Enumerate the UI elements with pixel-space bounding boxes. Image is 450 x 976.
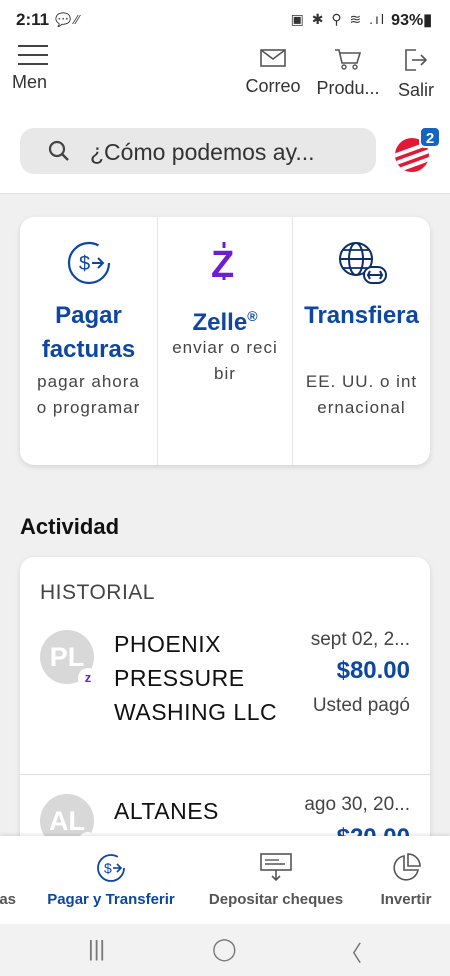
battery-level: 93%▮ (391, 12, 432, 29)
notification-badge: 2 (419, 126, 441, 148)
exit-button[interactable]: Salir (393, 48, 439, 101)
dollar-arrow-icon: $ (67, 241, 110, 285)
transaction-date: ago 30, 20... (304, 794, 410, 815)
payee-name: PHOENIX PRESSURE WASHING LLC (114, 631, 278, 725)
history-label: HISTORIAL (40, 581, 155, 604)
nav-accounts-label: as (0, 891, 16, 908)
mail-button[interactable]: Correo (240, 48, 306, 97)
pay-bills-subtitle: pagar ahora o programar (36, 372, 141, 417)
transfer-action[interactable]: Transfiera EE. UU. o internacional (293, 217, 430, 465)
dollar-arrow-icon: $ (97, 854, 125, 882)
globe-transfer-icon (338, 242, 387, 284)
recents-icon[interactable]: ||| (88, 936, 105, 962)
pay-bills-title: Pagar facturas (41, 302, 136, 363)
notifications-button[interactable]: 2 (395, 126, 441, 172)
activity-heading: Actividad (20, 514, 120, 539)
nav-invest-label: Invertir (380, 891, 432, 908)
exit-label: Salir (397, 80, 434, 100)
bottom-nav: as $ Pagar y Transferir Depositar cheque… (0, 836, 450, 924)
svg-text:$: $ (79, 253, 90, 275)
zelle-icon: Z (211, 242, 234, 283)
payee-initials: PL (49, 642, 85, 672)
search-icon (48, 140, 69, 161)
nav-pay-transfer[interactable]: $ Pagar y Transferir (36, 836, 186, 924)
zelle-title-text: Zelle (192, 309, 248, 336)
status-time: 2:11 (16, 10, 50, 29)
svg-text:$: $ (104, 860, 112, 876)
transaction-date: sept 02, 2... (310, 629, 410, 650)
search-row: ¿Cómo podemos ay... 2 (0, 108, 450, 194)
transfer-title: Transfiera (304, 302, 419, 329)
menu-button[interactable]: Men (12, 40, 72, 102)
notification-icons: 💬 ⁄⁄ (55, 12, 80, 27)
transaction-amount: $80.00 (336, 657, 410, 684)
zelle-badge-icon: z (78, 668, 98, 688)
nav-deposit-label: Depositar cheques (208, 891, 344, 908)
home-icon[interactable]: ◯ (212, 936, 237, 962)
search-input[interactable]: ¿Cómo podemos ay... (20, 128, 376, 174)
nav-pay-transfer-label: Pagar y Transferir (47, 891, 175, 908)
payee-avatar: PL z (40, 630, 98, 688)
status-bar: 2:11 💬 ⁄⁄ ▣ ✱ ⚲ ≋ .ıl 93%▮ (0, 0, 450, 38)
zelle-registered-mark: ® (247, 308, 258, 324)
nav-invest[interactable]: Invertir (368, 836, 444, 924)
system-nav-bar: ||| ◯ 〈 (0, 924, 450, 976)
menu-label: Men (12, 72, 48, 92)
mail-label: Correo (245, 76, 301, 96)
check-deposit-icon (260, 853, 292, 882)
zelle-action[interactable]: Z Zelle® enviar o recibir (157, 217, 293, 465)
payee-initials: AL (49, 806, 85, 836)
zelle-subtitle: enviar o recibir (172, 338, 278, 383)
cart-icon (335, 49, 362, 70)
pay-bills-action[interactable]: $ Pagar facturas pagar ahora o programar (20, 217, 157, 465)
nav-accounts[interactable]: as (0, 836, 16, 924)
app-header: Men Correo Produ... Salir (0, 38, 450, 108)
products-button[interactable]: Produ... (312, 48, 384, 99)
search-placeholder: ¿Cómo podemos ay... (90, 139, 315, 165)
nav-deposit-checks[interactable]: Depositar cheques (200, 836, 352, 924)
products-label: Produ... (316, 78, 380, 98)
pie-chart-icon (393, 853, 421, 881)
exit-icon (405, 49, 428, 71)
envelope-icon (260, 49, 286, 67)
transaction-status: Usted pagó (312, 695, 410, 716)
zelle-title: Zelle® (162, 299, 288, 340)
system-status-icons: ▣ ✱ ⚲ ≋ .ıl (290, 11, 386, 27)
back-icon[interactable]: 〈 (340, 936, 362, 968)
hamburger-icon (18, 45, 48, 72)
transfer-subtitle: EE. UU. o internacional (305, 372, 418, 417)
quick-actions-card: $ Pagar facturas pagar ahora o programar… (20, 217, 430, 465)
transaction-row[interactable]: PL z PHOENIX PRESSURE WASHING LLC sept 02… (20, 627, 430, 775)
